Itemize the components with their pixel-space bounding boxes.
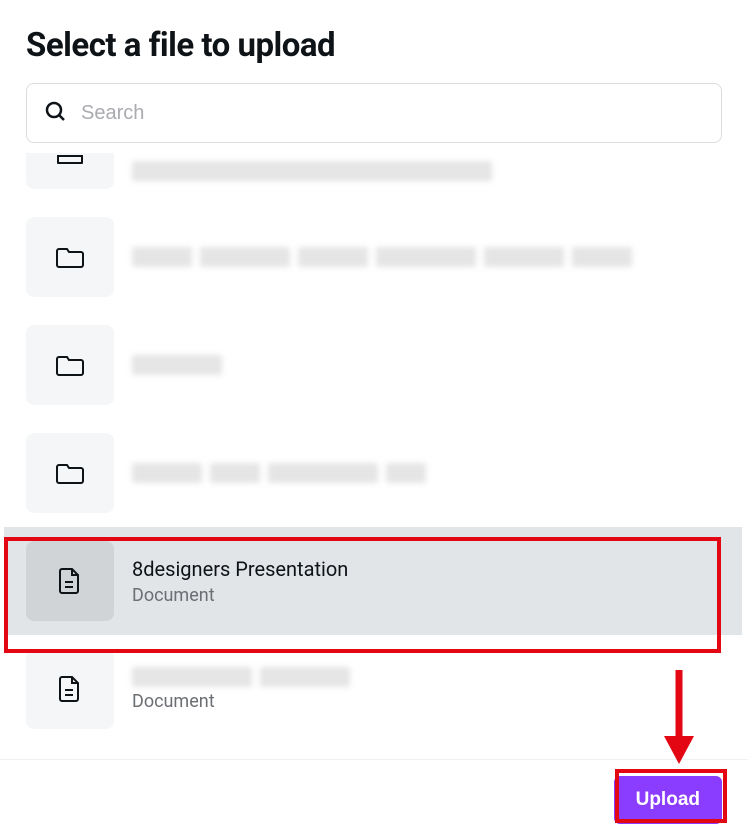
document-icon [26, 649, 114, 729]
folder-icon [26, 153, 114, 189]
modal-footer: Upload [0, 759, 748, 840]
list-item[interactable]: Document [26, 635, 744, 743]
search-icon [43, 99, 67, 127]
list-item-selected[interactable]: 8designers Presentation Document [4, 527, 742, 635]
document-icon [26, 541, 114, 621]
list-item[interactable] [26, 419, 744, 527]
list-item[interactable] [26, 153, 744, 203]
search-box[interactable] [26, 83, 722, 143]
upload-button[interactable]: Upload [614, 776, 722, 824]
list-item[interactable] [26, 203, 744, 311]
folder-icon [26, 217, 114, 297]
file-type-label: Document [132, 585, 348, 606]
folder-icon [26, 325, 114, 405]
list-item[interactable] [26, 311, 744, 419]
folder-icon [26, 433, 114, 513]
file-name-label: 8designers Presentation [132, 557, 348, 581]
search-input[interactable] [81, 102, 705, 125]
search-container [0, 83, 748, 153]
file-list[interactable]: 8designers Presentation Document Docum [0, 153, 748, 751]
modal-title: Select a file to upload [0, 0, 748, 83]
file-type-label: Document [132, 691, 350, 712]
file-upload-modal: Select a file to upload [0, 0, 748, 840]
